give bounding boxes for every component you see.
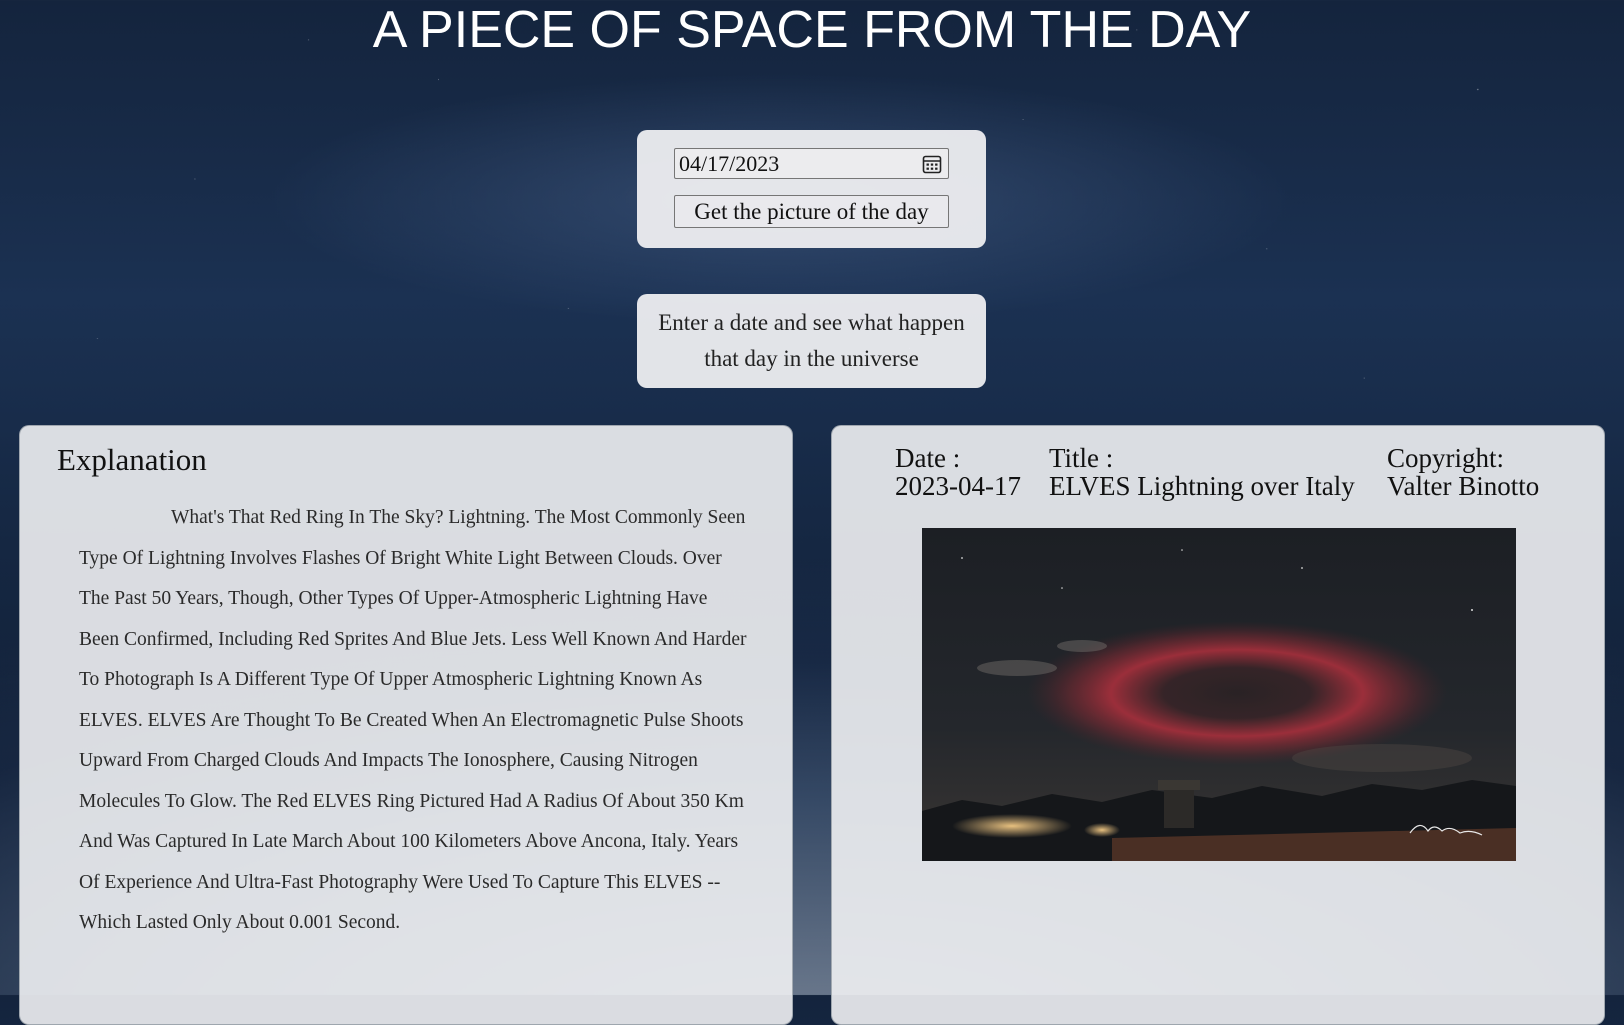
date-info: Date : 2023-04-17 [895,444,1021,500]
picture-details-card: Date : 2023-04-17 Title : ELVES Lightnin… [831,425,1605,1025]
get-picture-button[interactable]: Get the picture of the day [674,195,949,228]
picture-of-the-day [922,528,1516,861]
page-title: A PIECE OF SPACE FROM THE DAY [372,1,1252,59]
date-label: Date : [895,443,961,473]
date-input[interactable] [675,149,919,178]
date-input-wrapper[interactable] [674,148,949,179]
copyright-label: Copyright: [1387,443,1505,473]
hint-box: Enter a date and see what happen that da… [637,294,986,388]
title-info: Title : ELVES Lightning over Italy [1049,444,1355,500]
date-form: Get the picture of the day [637,130,986,248]
title-value: ELVES Lightning over Italy [1049,471,1355,501]
copyright-value: Valter Binotto [1387,471,1540,501]
explanation-heading: Explanation [57,442,207,477]
title-label: Title : [1049,443,1114,473]
hint-text: Enter a date and see what happen that da… [658,310,965,371]
explanation-card: Explanation What's That Red Ring In The … [19,425,793,1025]
date-value: 2023-04-17 [895,471,1021,501]
copyright-info: Copyright: Valter Binotto [1387,444,1539,500]
calendar-icon[interactable] [922,154,942,174]
explanation-text: What's That Red Ring In The Sky? Lightni… [79,507,747,933]
